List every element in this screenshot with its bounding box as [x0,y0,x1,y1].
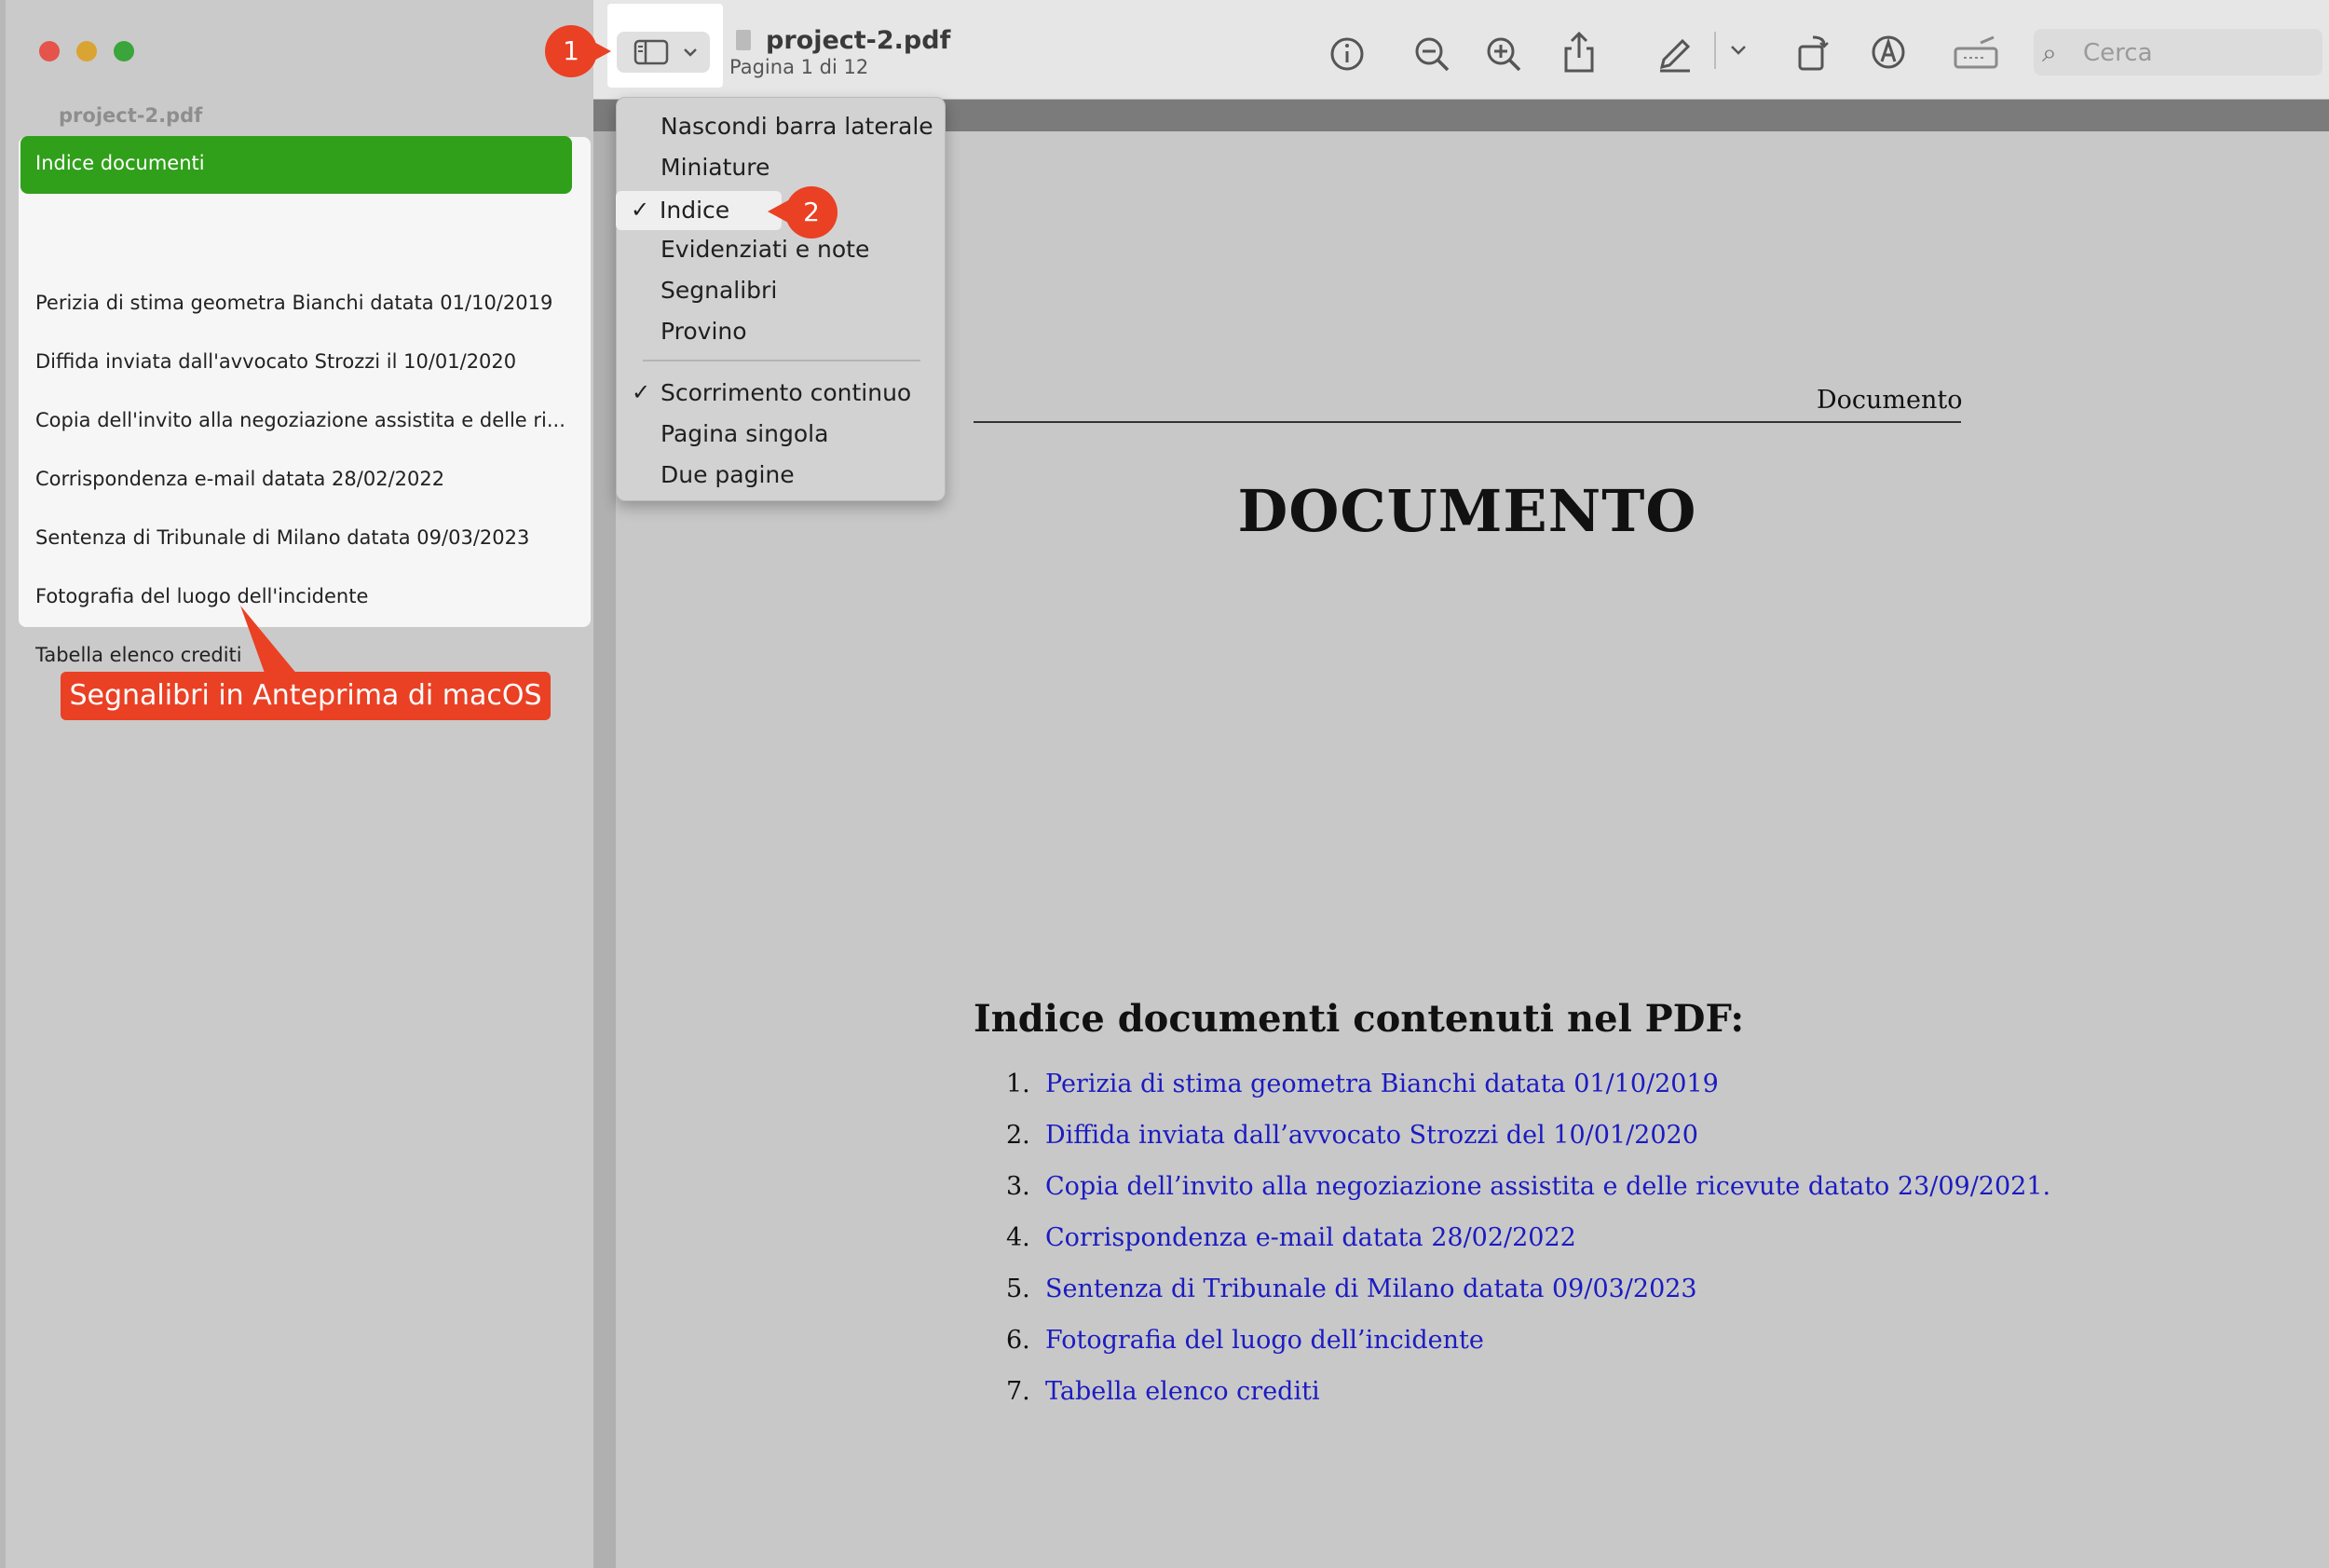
checkmark-icon: ✓ [631,197,650,223]
list-item[interactable]: Fotografia del luogo dell'incidente [35,585,576,607]
document-title: DOCUMENTO [1237,477,1697,545]
search-field[interactable] [2034,29,2322,75]
window-edge [0,0,6,1568]
index-entry: 4. Corrispondenza e-mail datata 28/02/202… [1006,1223,1576,1252]
toolbar-separator [1714,32,1716,69]
minimize-window-button[interactable] [76,41,97,61]
badge-pointer [589,39,611,63]
sidebar-toggle-button[interactable] [617,32,710,73]
index-number: 3. [1006,1172,1030,1201]
list-item[interactable]: Copia dell'invito alla negoziazione assi… [35,409,576,431]
zoom-window-button[interactable] [114,41,134,61]
index-link[interactable]: Perizia di stima geometra Bianchi datata… [1045,1070,1719,1098]
zoom-out-icon[interactable] [1411,34,1452,75]
index-number: 4. [1006,1223,1030,1252]
index-entry: 2. Diffida inviata dall’avvocato Strozzi … [1006,1121,1698,1150]
window-title[interactable]: project-2.pdf [766,26,950,55]
menu-item-label: Indice [660,197,730,224]
index-link[interactable]: Fotografia del luogo dell’incidente [1045,1326,1484,1355]
pdf-file-icon [736,30,751,50]
info-icon[interactable] [1327,34,1368,75]
menu-item-hide-sidebar[interactable]: Nascondi barra laterale [661,113,933,140]
list-item[interactable]: Corrispondenza e-mail datata 28/02/2022 [35,468,576,490]
menu-item-thumbnails[interactable]: Miniature [661,154,770,181]
menu-item-contact-sheet[interactable]: Provino [661,318,747,345]
index-number: 2. [1006,1121,1030,1150]
chevron-down-icon [684,48,697,57]
list-item[interactable]: Diffida inviata dall'avvocato Strozzi il… [35,350,576,373]
share-icon[interactable] [1559,30,1600,75]
index-link[interactable]: Diffida inviata dall’avvocato Strozzi de… [1045,1121,1698,1150]
index-entry: 6. Fotografia del luogo dell’incidente [1006,1326,1484,1355]
index-link[interactable]: Tabella elenco crediti [1045,1377,1320,1406]
sidebar-item-label: Indice documenti [35,152,205,174]
list-item[interactable]: Perizia di stima geometra Bianchi datata… [35,292,576,314]
search-icon: ⌕ [2042,37,2057,68]
index-entry: 5. Sentenza di Tribunale di Milano datata… [1006,1275,1697,1303]
index-entry: 7. Tabella elenco crediti [1006,1377,1320,1406]
bookmark-list: Perizia di stima geometra Bianchi datata… [19,137,591,666]
index-entry: 3. Copia dell’invito alla negoziazione as… [1006,1172,2050,1201]
sidebar-file-name: project-2.pdf [59,104,203,127]
signature-icon[interactable] [1953,35,1999,73]
index-link[interactable]: Sentenza di Tribunale di Milano datata 0… [1045,1275,1697,1303]
index-number: 5. [1006,1275,1030,1303]
badge-pointer [768,199,790,224]
page-indicator: Pagina 1 di 12 [729,56,869,78]
menu-item-table-of-contents[interactable]: ✓ Indice [616,191,782,230]
search-placeholder: Cerca [2083,39,2153,67]
menu-item-continuous-scroll[interactable]: Scorrimento continuo [661,379,911,406]
list-item[interactable]: Tabella elenco crediti [35,644,576,666]
sidebar-item-selected[interactable]: Indice documenti [20,136,572,194]
menu-item-bookmarks[interactable]: Segnalibri [661,277,777,304]
sidebar-icon [633,39,669,65]
index-number: 6. [1006,1326,1030,1355]
close-window-button[interactable] [39,41,60,61]
page-header: Documento [1817,386,1963,415]
checkmark-icon: ✓ [632,379,651,405]
menu-item-two-pages[interactable]: Due pagine [661,461,795,488]
menu-separator [643,360,920,361]
pencil-icon[interactable] [1655,32,1696,73]
header-rule [974,421,1961,423]
index-heading: Indice documenti contenuti nel PDF: [974,997,1745,1041]
index-number: 1. [1006,1070,1030,1098]
menu-item-highlights-notes[interactable]: Evidenziati e note [661,236,869,263]
zoom-in-icon[interactable] [1483,34,1524,75]
list-item[interactable]: Sentenza di Tribunale di Milano datata 0… [35,526,576,549]
callout-label: Segnalibri in Anteprima di macOS [69,679,542,712]
index-link[interactable]: Copia dell’invito alla negoziazione assi… [1045,1172,2050,1201]
index-entry: 1. Perizia di stima geometra Bianchi data… [1006,1070,1719,1098]
menu-item-single-page[interactable]: Pagina singola [661,420,828,447]
step-badge-2: 2 [785,186,838,239]
sidebar-view-menu: Nascondi barra laterale Miniature Eviden… [616,97,946,501]
split-divider[interactable] [593,0,616,1568]
index-link[interactable]: Corrispondenza e-mail datata 28/02/2022 [1045,1223,1576,1252]
rotate-icon[interactable] [1792,30,1833,75]
markup-icon[interactable] [1868,32,1909,73]
chevron-down-icon[interactable] [1729,43,1748,58]
index-number: 7. [1006,1377,1030,1406]
